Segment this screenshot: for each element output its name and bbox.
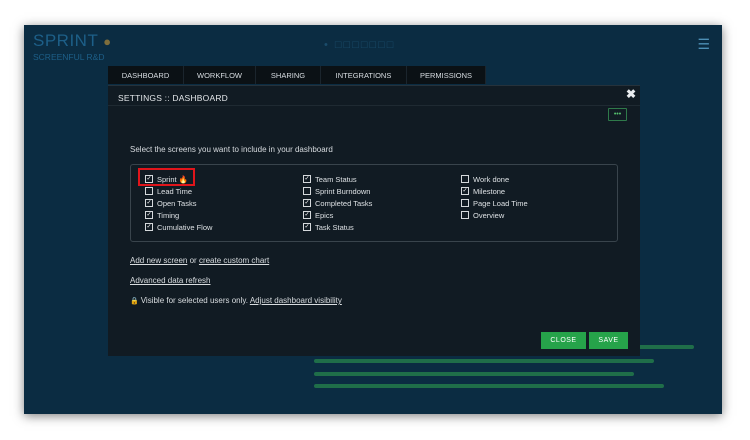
checkbox-icon[interactable]: ✓	[303, 211, 311, 219]
option-label: Task Status	[315, 222, 354, 232]
add-new-screen-link[interactable]: Add new screen	[130, 256, 187, 265]
screen-option-task-status[interactable]: ✓ Task Status	[303, 221, 372, 233]
checkbox-icon[interactable]: ✓	[303, 223, 311, 231]
screen-option-timing[interactable]: ✓ Timing	[145, 209, 212, 221]
options-column-3: Work done ✓ Milestone Page Load Time Ove…	[461, 173, 528, 221]
screen-option-milestone[interactable]: ✓ Milestone	[461, 185, 528, 197]
checkbox-icon[interactable]	[145, 187, 153, 195]
add-screen-line: Add new screen or create custom chart	[130, 256, 269, 265]
advanced-refresh-line: Advanced data refresh	[130, 276, 211, 285]
screen-option-work-done[interactable]: Work done	[461, 173, 528, 185]
tab-workflow[interactable]: WORKFLOW	[184, 66, 256, 84]
settings-modal: SETTINGS :: DASHBOARD ✖ ••• Select the s…	[108, 85, 640, 356]
settings-tabs: DASHBOARD WORKFLOW SHARING INTEGRATIONS …	[108, 66, 486, 84]
option-label: Page Load Time	[473, 198, 528, 208]
flame-icon: 🔥	[178, 174, 188, 184]
app-logo[interactable]: SPRINT ● SCREENFUL R&D	[33, 31, 112, 63]
option-label: Sprint Burndown	[315, 186, 371, 196]
background-bar	[314, 359, 654, 363]
checkbox-icon[interactable]: ✓	[303, 175, 311, 183]
option-label: Sprint	[157, 174, 177, 184]
option-label: Epics	[315, 210, 334, 220]
option-label: Overview	[473, 210, 505, 220]
checkbox-icon[interactable]: ✓	[145, 175, 153, 183]
tab-integrations[interactable]: INTEGRATIONS	[321, 66, 407, 84]
option-label: Team Status	[315, 174, 357, 184]
modal-title: SETTINGS :: DASHBOARD	[118, 93, 228, 103]
close-icon[interactable]: ✖	[626, 87, 636, 101]
create-custom-chart-link[interactable]: create custom chart	[199, 256, 269, 265]
background-bar	[314, 384, 664, 388]
lock-icon: 🔒	[130, 298, 139, 305]
screen-option-epics[interactable]: ✓ Epics	[303, 209, 372, 221]
screen-option-open-tasks[interactable]: ✓ Open Tasks	[145, 197, 212, 209]
tab-dashboard[interactable]: DASHBOARD	[108, 66, 184, 84]
adjust-visibility-link[interactable]: Adjust dashboard visibility	[250, 296, 342, 305]
screen-option-completed-tasks[interactable]: ✓ Completed Tasks	[303, 197, 372, 209]
tab-permissions[interactable]: PERMISSIONS	[407, 66, 486, 84]
option-label: Open Tasks	[157, 198, 197, 208]
checkbox-icon[interactable]: ✓	[145, 199, 153, 207]
advanced-data-refresh-link[interactable]: Advanced data refresh	[130, 276, 211, 285]
checkbox-icon[interactable]: ✓	[303, 199, 311, 207]
option-label: Work done	[473, 174, 510, 184]
options-column-1: ✓ Sprint 🔥 Lead Time ✓ Open Tasks ✓ Timi…	[145, 173, 212, 233]
screen-option-page-load-time[interactable]: Page Load Time	[461, 197, 528, 209]
logo-flame-icon: ●	[103, 34, 112, 49]
background-bar	[314, 372, 634, 376]
options-column-2: ✓ Team Status Sprint Burndown ✓ Complete…	[303, 173, 372, 233]
instructions-text: Select the screens you want to include i…	[130, 145, 333, 154]
save-button[interactable]: SAVE	[589, 332, 628, 349]
tab-sharing[interactable]: SHARING	[256, 66, 321, 84]
checkbox-icon[interactable]	[461, 211, 469, 219]
or-text: or	[187, 256, 199, 265]
visibility-text: Visible for selected users only.	[140, 296, 249, 305]
screen-option-sprint[interactable]: ✓ Sprint 🔥	[145, 173, 212, 185]
divider	[108, 105, 640, 106]
hamburger-icon[interactable]: ☰	[697, 36, 710, 53]
screen-option-sprint-burndown[interactable]: Sprint Burndown	[303, 185, 372, 197]
option-label: Completed Tasks	[315, 198, 373, 208]
logo-subtitle: SCREENFUL R&D	[33, 52, 105, 62]
checkbox-icon[interactable]	[303, 187, 311, 195]
close-button[interactable]: CLOSE	[541, 332, 586, 349]
screen-option-lead-time[interactable]: Lead Time	[145, 185, 212, 197]
option-label: Lead Time	[157, 186, 193, 196]
checkbox-icon[interactable]	[461, 199, 469, 207]
screen-options-box: ✓ Sprint 🔥 Lead Time ✓ Open Tasks ✓ Timi…	[130, 164, 618, 242]
more-options-button[interactable]: •••	[608, 108, 627, 121]
visibility-line: 🔒 Visible for selected users only. Adjust…	[130, 296, 342, 305]
option-label: Timing	[157, 210, 180, 220]
checkbox-icon[interactable]: ✓	[461, 187, 469, 195]
app-center-title: • □□□□□□□	[324, 39, 396, 51]
screen-option-overview[interactable]: Overview	[461, 209, 528, 221]
option-label: Milestone	[473, 186, 506, 196]
screen-option-team-status[interactable]: ✓ Team Status	[303, 173, 372, 185]
screen-option-cumulative-flow[interactable]: ✓ Cumulative Flow	[145, 221, 212, 233]
option-label: Cumulative Flow	[157, 222, 213, 232]
checkbox-icon[interactable]: ✓	[145, 211, 153, 219]
logo-title: SPRINT	[33, 31, 99, 50]
checkbox-icon[interactable]	[461, 175, 469, 183]
checkbox-icon[interactable]: ✓	[145, 223, 153, 231]
